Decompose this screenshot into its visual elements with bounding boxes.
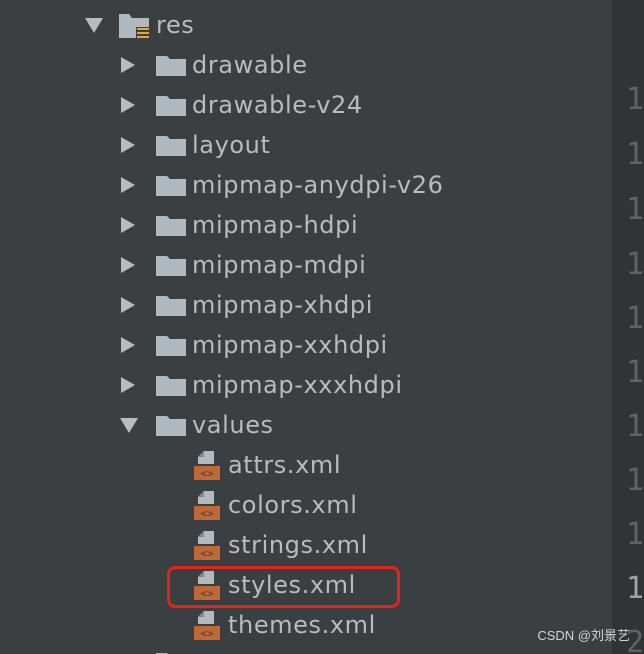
tree-item-folder-values[interactable]: values — [0, 405, 612, 445]
folder-icon — [156, 416, 186, 440]
expand-arrow-icon[interactable] — [116, 325, 140, 365]
line-number: 1 — [626, 463, 644, 498]
watermark-text: CSDN @刘景艺 — [537, 628, 630, 643]
tree-item-label: strings.xml — [228, 531, 368, 559]
folder-icon — [156, 336, 186, 360]
tree-item-folder[interactable]: mipmap-xxhdpi — [0, 325, 612, 365]
tree-item-folder[interactable]: mipmap-anydpi-v26 — [0, 165, 612, 205]
folder-icon — [156, 56, 186, 80]
expand-arrow-icon[interactable] — [116, 125, 140, 165]
tree-item-label: res — [156, 11, 195, 39]
line-number: 1 — [626, 571, 644, 606]
line-number: 1 — [626, 355, 644, 390]
tree-item-file[interactable]: <> colors.xml — [0, 485, 612, 525]
line-number: 1 — [626, 517, 644, 552]
tree-item-label: drawable-v24 — [192, 91, 363, 119]
tree-item-file[interactable]: <> attrs.xml — [0, 445, 612, 485]
tree-item-label: mipmap-xxxhdpi — [192, 371, 403, 399]
folder-icon — [156, 176, 186, 200]
line-number: 1 — [626, 247, 644, 282]
tree-item-label: mipmap-anydpi-v26 — [192, 171, 444, 199]
tree-item-label: themes.xml — [228, 611, 376, 639]
tree-item-label: layout — [192, 131, 271, 159]
tree-item-label: mipmap-mdpi — [192, 251, 367, 279]
resource-folder-icon — [119, 14, 151, 44]
tree-item-file[interactable]: <> themes.xml — [0, 605, 612, 645]
folder-icon — [156, 136, 186, 160]
tree-item-label: colors.xml — [228, 491, 358, 519]
tree-item-label: mipmap-xxhdpi — [192, 331, 388, 359]
tree-item-label: drawable — [192, 51, 308, 79]
expand-arrow-icon[interactable] — [116, 285, 140, 325]
expand-arrow-icon[interactable] — [116, 45, 140, 85]
folder-icon — [156, 216, 186, 240]
expand-arrow-icon[interactable] — [82, 5, 106, 45]
tree-item-label: mipmap-hdpi — [192, 211, 359, 239]
tree-item-folder[interactable]: mipmap-hdpi — [0, 205, 612, 245]
folder-icon — [156, 256, 186, 280]
expand-arrow-icon[interactable] — [116, 205, 140, 245]
xml-file-icon: <> — [192, 611, 222, 645]
tree-item-folder[interactable]: mipmap-xxxhdpi — [0, 365, 612, 405]
line-number: 1 — [626, 301, 644, 336]
expand-arrow-icon[interactable] — [116, 85, 140, 125]
expand-arrow-icon[interactable] — [116, 365, 140, 405]
expand-arrow-icon[interactable] — [117, 405, 141, 445]
svg-text:<>: <> — [200, 627, 214, 640]
line-number: 1 — [626, 192, 644, 227]
folder-icon — [156, 296, 186, 320]
tree-item-folder[interactable]: mipmap-xhdpi — [0, 285, 612, 325]
tree-item-folder[interactable]: mipmap-mdpi — [0, 245, 612, 285]
folder-icon — [156, 376, 186, 400]
xml-file-icon: <> — [192, 451, 222, 485]
line-number: 1 — [626, 409, 644, 444]
tree-item-folder[interactable]: drawable-v24 — [0, 85, 612, 125]
tree-item-res[interactable]: res — [0, 5, 612, 45]
tree-item-folder[interactable]: layout — [0, 125, 612, 165]
tree-item-folder[interactable]: drawable — [0, 45, 612, 85]
highlight-box — [167, 566, 400, 608]
tree-item-label: values — [192, 411, 274, 439]
tree-item-label: mipmap-xhdpi — [192, 291, 374, 319]
xml-file-icon: <> — [192, 491, 222, 525]
svg-text:<>: <> — [200, 547, 214, 560]
folder-icon — [156, 96, 186, 120]
line-number: 1 — [626, 137, 644, 172]
editor-gutter: 1 1 1 1 1 1 1 1 1 1 2 — [612, 0, 644, 654]
tree-item-label: attrs.xml — [228, 451, 342, 479]
xml-file-icon: <> — [192, 531, 222, 565]
project-tree-panel: res drawable drawable-v24 layout mipmap-… — [0, 0, 612, 654]
expand-arrow-icon[interactable] — [116, 165, 140, 205]
svg-text:<>: <> — [200, 467, 214, 480]
folder-icon — [156, 648, 186, 654]
line-number: 1 — [626, 82, 644, 117]
expand-arrow-icon[interactable] — [116, 245, 140, 285]
svg-text:<>: <> — [200, 507, 214, 520]
tree-item-file[interactable]: <> strings.xml — [0, 525, 612, 565]
